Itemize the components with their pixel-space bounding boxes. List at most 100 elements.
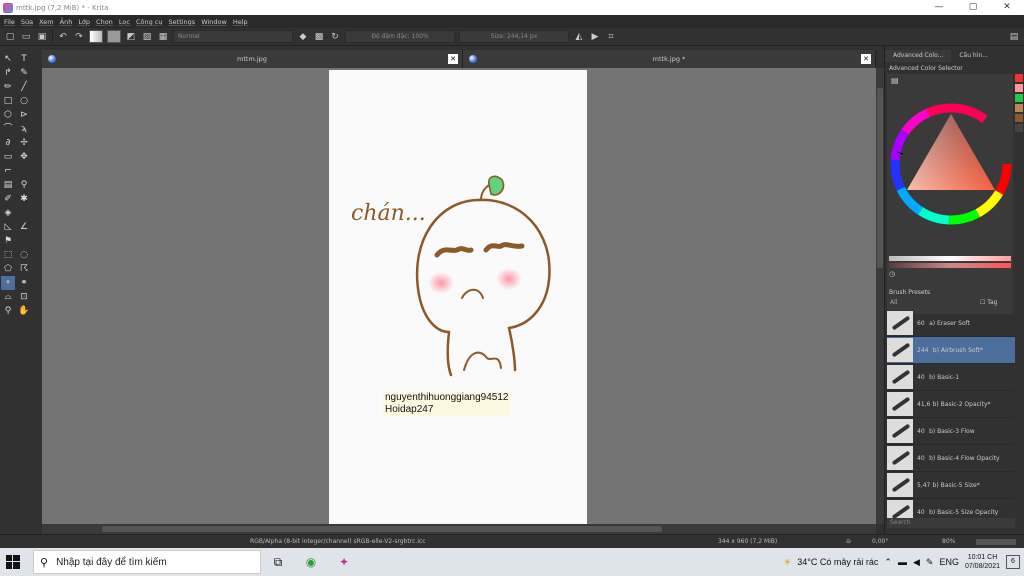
- contiguous-select-tool-icon[interactable]: ⚬: [1, 276, 15, 290]
- swatch[interactable]: [1015, 114, 1023, 122]
- weather-status[interactable]: 34°C Có mây rải rác: [797, 557, 878, 567]
- tab-config[interactable]: Cấu hìn...: [951, 50, 996, 62]
- history-icon[interactable]: ◷: [889, 270, 895, 278]
- blend-mode-select[interactable]: Normal: [173, 30, 293, 43]
- tab-advanced-color[interactable]: Advanced Colo...: [885, 50, 952, 62]
- language-indicator[interactable]: ENG: [939, 557, 959, 567]
- select-shapes-tool-icon[interactable]: ↖: [1, 52, 15, 66]
- text-tool-icon[interactable]: T: [17, 52, 31, 66]
- tab-close-button[interactable]: ✕: [861, 54, 871, 64]
- weather-icon[interactable]: ☀: [783, 557, 791, 568]
- polygon-tool-icon[interactable]: ⬡: [1, 108, 15, 122]
- taskbar-search-box[interactable]: ⚲ Nhập tại đây để tìm kiếm: [33, 550, 261, 574]
- krita-taskbar-icon[interactable]: ✦: [336, 554, 352, 570]
- taskbar-clock[interactable]: 10:01 CH 07/08/2021: [965, 553, 1000, 571]
- tab-mttm[interactable]: mttm.jpg ✕: [42, 50, 463, 68]
- windows-start-icon[interactable]: [6, 555, 20, 569]
- color-picker-tool-icon[interactable]: ⚲: [17, 178, 31, 192]
- eraser-mode-icon[interactable]: ◆: [297, 31, 309, 43]
- colorize-mask-tool-icon[interactable]: ✱: [17, 192, 31, 206]
- menu-view[interactable]: Xem: [39, 18, 54, 26]
- line-tool-icon[interactable]: ╱: [17, 80, 31, 94]
- multibrush-tool-icon[interactable]: ✢: [17, 136, 31, 150]
- swatch[interactable]: [1015, 84, 1023, 92]
- menu-settings[interactable]: Settings: [169, 18, 196, 26]
- tab-close-button[interactable]: ✕: [448, 54, 458, 64]
- brush-preset-item[interactable]: 40 b) Basic-1: [887, 364, 1015, 391]
- bezier-tool-icon[interactable]: ⌒: [1, 122, 15, 136]
- vertical-scrollbar[interactable]: [876, 68, 884, 524]
- network-icon[interactable]: ▬: [898, 557, 907, 567]
- ellipse-tool-icon[interactable]: ○: [17, 94, 31, 108]
- freehand-path-tool-icon[interactable]: ϡ: [17, 122, 31, 136]
- mirror-vertical-icon[interactable]: ▶: [589, 31, 601, 43]
- brush-preset-item[interactable]: 40 b) Basic-4 Flow Opacity: [887, 445, 1015, 472]
- swatch[interactable]: [1015, 74, 1023, 82]
- scrollbar-thumb[interactable]: [102, 526, 662, 532]
- assistant-tool-icon[interactable]: ◺: [1, 220, 15, 234]
- maximize-button[interactable]: ▢: [956, 0, 990, 15]
- brush-preset-item[interactable]: 244 b) Airbrush Soft*: [887, 337, 1015, 364]
- swatch[interactable]: [1015, 104, 1023, 112]
- new-document-icon[interactable]: ▢: [4, 31, 16, 43]
- bezier-select-tool-icon[interactable]: ⌓: [1, 290, 15, 304]
- menu-tools[interactable]: Công cụ: [136, 18, 163, 26]
- zoom-tool-icon[interactable]: ⚲: [1, 304, 15, 318]
- fg-bg-color-icon[interactable]: ◩: [125, 31, 137, 43]
- close-button[interactable]: ✕: [990, 0, 1024, 15]
- brush-presets-icon[interactable]: ▨: [141, 31, 153, 43]
- menu-filter[interactable]: Lọc: [119, 18, 130, 26]
- color-history-swatches[interactable]: [1015, 74, 1023, 174]
- reload-preset-icon[interactable]: ↻: [329, 31, 341, 43]
- polyline-tool-icon[interactable]: ⊳: [17, 108, 31, 122]
- mirror-horizontal-icon[interactable]: ◭: [573, 31, 585, 43]
- advanced-color-selector[interactable]: ▤ ◷: [887, 74, 1013, 314]
- brush-preset-item[interactable]: 60 a) Eraser Soft: [887, 310, 1015, 337]
- horizontal-scrollbar[interactable]: [42, 524, 876, 534]
- rectangular-select-tool-icon[interactable]: ⬚: [1, 248, 15, 262]
- brush-preset-item[interactable]: 41,6 b) Basic-2 Opacity*: [887, 391, 1015, 418]
- redo-icon[interactable]: ↷: [73, 31, 85, 43]
- color-wheel[interactable]: [887, 74, 1013, 254]
- magnetic-select-tool-icon[interactable]: ⊡: [17, 290, 31, 304]
- zoom-status[interactable]: 80%: [942, 538, 955, 545]
- dynamic-brush-tool-icon[interactable]: ∂: [1, 136, 15, 150]
- tray-expand-icon[interactable]: ⌃: [884, 557, 892, 568]
- preset-filter-select[interactable]: All: [887, 298, 975, 308]
- undo-icon[interactable]: ↶: [57, 31, 69, 43]
- preset-tag-button[interactable]: ☐ Tag: [980, 298, 997, 308]
- image-dimensions-status[interactable]: 344 x 960 (7,2 MiB): [718, 538, 777, 545]
- size-slider[interactable]: Size: 244,14 px: [459, 30, 569, 43]
- brush-preset-item[interactable]: 5,47 b) Basic-5 Size*: [887, 472, 1015, 499]
- smart-patch-tool-icon[interactable]: ✐: [1, 192, 15, 206]
- pattern-swatch[interactable]: [107, 30, 121, 43]
- menu-image[interactable]: Ảnh: [60, 18, 73, 26]
- canvas-image[interactable]: chán...: [329, 70, 587, 524]
- tab-mttk[interactable]: mttk.jpg * ✕: [463, 50, 876, 68]
- notification-badge[interactable]: 6: [1006, 555, 1020, 569]
- pen-icon[interactable]: ✎: [926, 557, 934, 568]
- menu-edit[interactable]: Sửa: [21, 18, 33, 26]
- color-slider-bars[interactable]: [889, 256, 1011, 270]
- brush-preset-item[interactable]: 40 b) Basic-3 Flow: [887, 418, 1015, 445]
- open-folder-icon[interactable]: ▭: [20, 31, 32, 43]
- alpha-lock-icon[interactable]: ▩: [313, 31, 325, 43]
- pan-tool-icon[interactable]: ✋: [17, 304, 31, 318]
- edit-shapes-tool-icon[interactable]: ↱: [1, 66, 15, 80]
- menu-help[interactable]: Help: [233, 18, 248, 26]
- swatch[interactable]: [1015, 94, 1023, 102]
- zoom-slider[interactable]: [976, 539, 1016, 545]
- opacity-slider[interactable]: Độ đậm đặc: 100%: [345, 30, 455, 43]
- scrollbar-thumb[interactable]: [877, 88, 883, 268]
- menu-window[interactable]: Window: [201, 18, 227, 26]
- rotation-status[interactable]: 0,00°: [872, 538, 888, 545]
- transform-tool-icon[interactable]: ▭: [1, 150, 15, 164]
- minimize-button[interactable]: —: [922, 0, 956, 15]
- crop-tool-icon[interactable]: ⌐: [1, 164, 15, 178]
- calligraphy-tool-icon[interactable]: ✎: [17, 66, 31, 80]
- browser-icon[interactable]: ◉: [303, 554, 319, 570]
- swatch[interactable]: [1015, 124, 1023, 132]
- saturation-slider[interactable]: [889, 263, 1011, 268]
- menu-file[interactable]: File: [4, 18, 15, 26]
- freehand-brush-tool-icon[interactable]: ✏: [1, 80, 15, 94]
